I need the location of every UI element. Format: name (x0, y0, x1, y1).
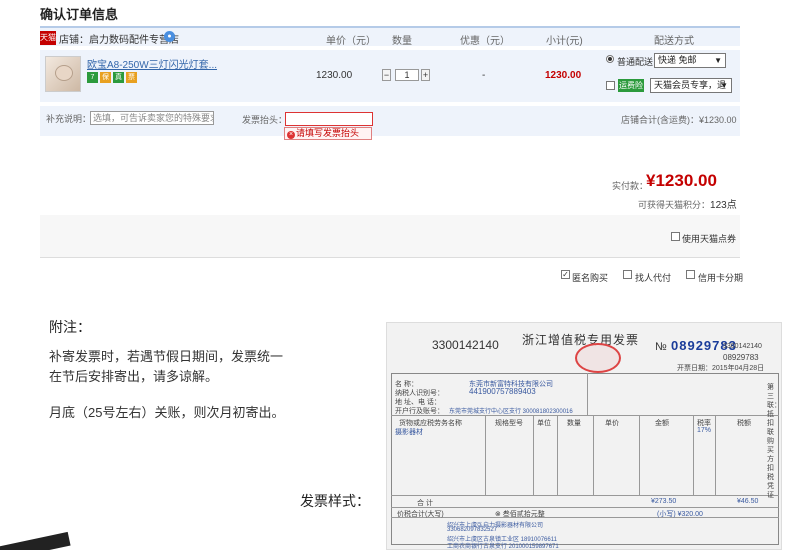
shipping-normal-radio[interactable] (606, 55, 614, 63)
note-title: 附注： (49, 319, 91, 335)
installment-checkbox[interactable] (686, 270, 695, 279)
invoice-no-label: № (655, 341, 667, 353)
service-tag-icon[interactable]: 7 (87, 72, 98, 83)
shop-total: 店铺合计(含运费)：¥1230.00 (621, 115, 737, 125)
paid-amount: ¥1230.00 (646, 171, 717, 190)
points-info: 可获得天猫积分：123点 (638, 200, 737, 211)
shipping-normal-label: 普通配送 (617, 57, 654, 67)
seller-bank: 工商农商银行古泉支行 201000159897671 (447, 544, 559, 550)
tax-total-cn: ⊗ 叁佰贰拾元整 (495, 511, 545, 518)
buyer-bank-label: 开户行及账号： (395, 408, 444, 415)
unit-price: 1230.00 (316, 70, 353, 81)
shipping-insurance-select[interactable]: 天猫会员专享，退 ▼ (650, 78, 732, 93)
quantity-increase-button[interactable]: + (421, 69, 430, 81)
invoice-side-note: 第三联：抵扣联 购买方扣税凭证 (767, 384, 781, 499)
anonymous-label: 匿名购买 (572, 273, 609, 283)
invoice-code: 3300142140 (432, 338, 499, 352)
tax-total-small: (小写) ¥320.00 (657, 511, 703, 518)
unit-column-label: 单位 (537, 420, 551, 427)
shop-name[interactable]: 店铺：启力数码配件专营店 (59, 31, 179, 46)
fast-ship-checkbox[interactable] (606, 81, 615, 90)
invoice-seal (575, 343, 621, 373)
invoice-title: 浙江增值税专用发票 (522, 333, 640, 347)
chevron-down-icon: ▼ (714, 56, 722, 65)
invoice-sample-label: 发票样式： (300, 493, 370, 509)
note-line-3: 月底（25号左右）关账，则次月初寄出。 (49, 405, 285, 420)
shipping-insurance-badge: 运费险 (618, 79, 644, 92)
shipping-method-select[interactable]: 快递 免邮 ▼ (654, 53, 726, 68)
error-icon: × (287, 131, 295, 139)
paid-label: 实付款： (612, 181, 649, 191)
total-label: 合 计 (417, 500, 433, 507)
spec-column-label: 规格型号 (495, 420, 523, 427)
points-band: 使用天猫点券 (40, 215, 740, 257)
col-shipping: 配送方式 (654, 36, 694, 47)
invoice-small-number: 08929783 (723, 353, 759, 362)
col-discount: 优惠（元） (460, 36, 510, 47)
chevron-down-icon: ▼ (720, 81, 728, 90)
sum-amount: ¥273.50 (651, 498, 677, 505)
order-extra-row: 补充说明： 选填，可告诉卖家您的特殊要求 发票抬头： 店铺合计(含运费)：¥12… (40, 106, 740, 136)
goods-name: 摄影器材 (395, 429, 423, 436)
use-points-checkbox[interactable] (671, 232, 680, 241)
tax-column-label: 税额 (737, 420, 751, 427)
decorative-corner (0, 531, 71, 550)
quantity-decrease-button[interactable]: − (382, 69, 391, 81)
invoice-title-label: 发票抬头： (242, 115, 288, 125)
invoice-date: 开票日期：2015年04月28日 (677, 365, 765, 372)
col-quantity: 数量 (392, 36, 412, 47)
installment-label: 信用卡分期 (698, 273, 744, 283)
tmall-badge: 天猫 (40, 31, 56, 45)
invoice-small-code: 3300142140 (723, 343, 762, 350)
invoice-sample-image: 3300142140 浙江增值税专用发票 № 08929783 33001421… (386, 322, 782, 550)
service-tag-icon[interactable]: 票 (126, 72, 137, 83)
product-thumbnail[interactable] (45, 56, 81, 92)
pay-for-me-checkbox[interactable] (623, 270, 632, 279)
order-total-panel: 实付款： ¥1230.00 可获得天猫积分：123点 使用天猫点券 (40, 160, 740, 258)
invoice-title-input[interactable] (285, 112, 373, 126)
order-item-row: 欧宝A8-250W三灯闪光灯套... 7保真票 1230.00 − 1 + - … (40, 50, 740, 102)
col-unit-price: 单价（元） (326, 36, 376, 47)
invoice-error-tip: × 请填写发票抬头 (284, 127, 372, 140)
seller-tax-id: 330682097832527 (447, 527, 498, 533)
tax-rate: 17% (697, 427, 712, 434)
col-subtotal: 小计(元) (546, 36, 583, 47)
service-tag-icon[interactable]: 保 (100, 72, 111, 83)
order-table-header: 天猫 店铺：启力数码配件专营店 ● 单价（元） 数量 优惠（元） 小计(元) 配… (40, 26, 740, 47)
pay-for-me-label: 找人代付 (635, 273, 672, 283)
note-line-1: 补寄发票时，若遇节假日期间，发票统一 (49, 349, 284, 364)
page-title: 确认订单信息 (40, 7, 119, 22)
service-tag-icon[interactable]: 真 (113, 72, 124, 83)
quantity-input[interactable]: 1 (395, 69, 419, 81)
sum-tax: ¥46.50 (737, 498, 759, 505)
discount-value: - (482, 70, 486, 81)
tax-total-label: 价税合计(大写) (397, 511, 444, 518)
buyer-tax-id: 441900757889403 (469, 387, 536, 396)
amount-column-label: 金额 (655, 420, 669, 427)
anonymous-checkbox[interactable]: ✓ (561, 270, 570, 279)
remark-label: 补充说明： (46, 114, 92, 124)
unit-price-column-label: 单价 (605, 420, 619, 427)
note-line-2: 在节后安排寄出，请多谅解。 (49, 369, 219, 384)
use-points-label: 使用天猫点券 (682, 234, 737, 244)
wangwang-chat-icon[interactable]: ● (164, 31, 175, 42)
qty-column-label: 数量 (567, 420, 581, 427)
remark-input[interactable]: 选填，可告诉卖家您的特殊要求 (90, 111, 214, 125)
product-title-link[interactable]: 欧宝A8-250W三灯闪光灯套... (87, 56, 217, 71)
subtotal-value: 1230.00 (545, 70, 582, 81)
buyer-bank: 东莞市莞城支行中心区支行 300081802300016 (449, 409, 573, 415)
